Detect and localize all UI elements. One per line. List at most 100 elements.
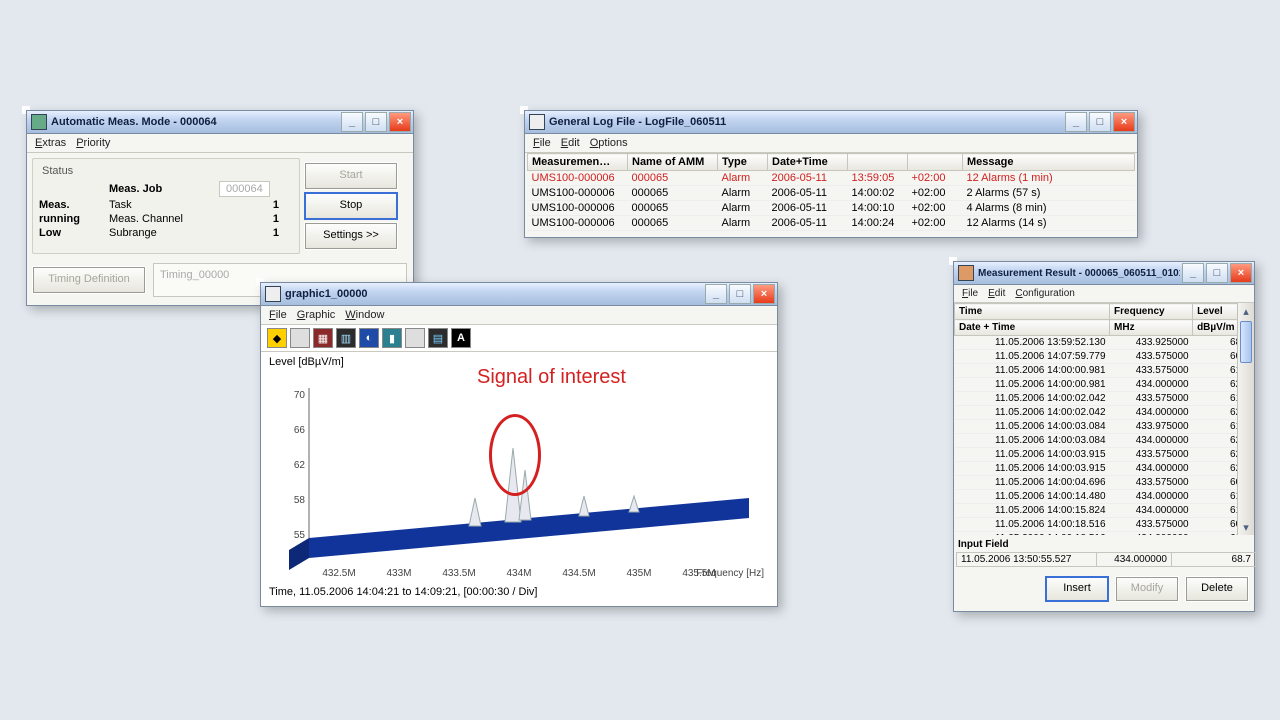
- minimize-button[interactable]: _: [1182, 263, 1204, 283]
- tool-icon-2[interactable]: [290, 328, 310, 348]
- result-scrollbar[interactable]: ▴ ▾: [1237, 303, 1254, 535]
- log-column-header[interactable]: Message: [963, 154, 1135, 171]
- log-column-header[interactable]: Type: [718, 154, 768, 171]
- menu-item-priority[interactable]: Priority: [76, 137, 110, 149]
- col-time[interactable]: Time: [955, 304, 1110, 320]
- status-group-label: Status: [39, 165, 76, 177]
- maximize-button[interactable]: □: [365, 112, 387, 132]
- window-graphic: graphic1_00000 _ □ × File Graphic Window…: [260, 282, 778, 607]
- close-button[interactable]: ×: [753, 284, 775, 304]
- annotation-label: Signal of interest: [477, 366, 626, 389]
- timing-definition-button[interactable]: Timing Definition: [33, 267, 145, 293]
- insert-button[interactable]: Insert: [1046, 577, 1108, 601]
- window-title: Automatic Meas. Mode - 000064: [51, 116, 339, 128]
- delete-button[interactable]: Delete: [1186, 577, 1248, 601]
- tool-icon-6[interactable]: ▮: [382, 328, 402, 348]
- result-row[interactable]: 11.05.2006 14:00:03.084434.00000062.1: [955, 434, 1254, 448]
- window-measurement-result: Measurement Result - 000065_060511_0101 …: [953, 261, 1255, 612]
- log-row[interactable]: UMS100-000006000065Alarm2006-05-1114:00:…: [528, 186, 1135, 201]
- result-row[interactable]: 11.05.2006 14:00:00.981433.57500061.7: [955, 364, 1254, 378]
- status-value: 1: [219, 227, 279, 239]
- log-row[interactable]: UMS100-000006000065Alarm2006-05-1114:00:…: [528, 201, 1135, 216]
- start-button[interactable]: Start: [305, 163, 397, 189]
- log-column-header[interactable]: Date+Time: [768, 154, 848, 171]
- tool-icon-a[interactable]: A: [451, 328, 471, 348]
- status-left: Low: [39, 227, 109, 239]
- result-row[interactable]: 11.05.2006 14:00:03.915433.57500062.9: [955, 448, 1254, 462]
- svg-text:432.5M: 432.5M: [322, 568, 355, 578]
- svg-text:62: 62: [294, 460, 306, 471]
- x-axis-label: Frequency [Hz]: [696, 568, 764, 578]
- status-field-label: Meas. Channel: [109, 213, 219, 225]
- result-row[interactable]: 11.05.2006 14:00:03.084433.97500061.5: [955, 420, 1254, 434]
- status-value: 1: [219, 213, 279, 225]
- result-row[interactable]: 11.05.2006 14:07:59.779433.57500060.6: [955, 350, 1254, 364]
- app-icon: [529, 114, 545, 130]
- minimize-button[interactable]: _: [1065, 112, 1087, 132]
- sub-frequency: MHz: [1110, 320, 1193, 336]
- minimize-button[interactable]: _: [341, 112, 363, 132]
- maximize-button[interactable]: □: [1206, 263, 1228, 283]
- menu-item-options[interactable]: Options: [590, 137, 628, 149]
- result-table[interactable]: Time Frequency Level Date + Time MHz dBµ…: [954, 303, 1254, 535]
- spectrum-plot[interactable]: 7066625855 432.5M433M433.5M 434M434.5M43…: [267, 378, 771, 578]
- close-button[interactable]: ×: [389, 112, 411, 132]
- status-left: running: [39, 213, 109, 225]
- menu-item-edit[interactable]: Edit: [561, 137, 580, 149]
- tool-icon-1[interactable]: ◆: [267, 328, 287, 348]
- svg-text:70: 70: [294, 390, 306, 401]
- minimize-button[interactable]: _: [705, 284, 727, 304]
- window-log-file: General Log File - LogFile_060511 _ □ × …: [524, 110, 1138, 238]
- tool-icon-4[interactable]: ▥: [336, 328, 356, 348]
- col-frequency[interactable]: Frequency: [1110, 304, 1193, 320]
- app-icon: [265, 286, 281, 302]
- log-column-header[interactable]: Measuremen…: [528, 154, 628, 171]
- log-column-header[interactable]: [848, 154, 908, 171]
- menu-item-file[interactable]: File: [533, 137, 551, 149]
- menu-item-graphic[interactable]: Graphic: [297, 309, 336, 321]
- status-value: 1: [219, 199, 279, 211]
- modify-button[interactable]: Modify: [1116, 577, 1178, 601]
- log-row[interactable]: UMS100-000006000065Alarm2006-05-1113:59:…: [528, 171, 1135, 186]
- close-button[interactable]: ×: [1113, 112, 1135, 132]
- log-row[interactable]: UMS100-000006000065Alarm2006-05-1114:00:…: [528, 216, 1135, 231]
- tool-icon-7[interactable]: [405, 328, 425, 348]
- result-row[interactable]: 11.05.2006 14:00:04.696433.57500060.4: [955, 476, 1254, 490]
- menu-item-file[interactable]: File: [962, 288, 978, 299]
- tool-icon-5[interactable]: ◐: [359, 328, 379, 348]
- result-row[interactable]: 11.05.2006 13:59:52.130433.92500068.5: [955, 336, 1254, 350]
- stop-button[interactable]: Stop: [305, 193, 397, 219]
- menu-item-configuration[interactable]: Configuration: [1015, 288, 1075, 299]
- menu-item-window[interactable]: Window: [345, 309, 384, 321]
- meas-job-id: 000064: [219, 181, 270, 197]
- input-field-label: Input Field: [954, 537, 1254, 552]
- input-time[interactable]: 11.05.2006 13:50:55.527: [957, 553, 1097, 567]
- result-row[interactable]: 11.05.2006 14:00:14.480434.00000061.1: [955, 490, 1254, 504]
- result-row[interactable]: 11.05.2006 14:00:00.981434.00000062.0: [955, 378, 1254, 392]
- result-row[interactable]: 11.05.2006 14:00:18.516433.57500060.6: [955, 518, 1254, 532]
- log-column-header[interactable]: Name of AMM: [628, 154, 718, 171]
- tool-icon-8[interactable]: ▤: [428, 328, 448, 348]
- log-table[interactable]: Measuremen…Name of AMMTypeDate+Time Messa…: [527, 153, 1135, 231]
- svg-text:66: 66: [294, 425, 306, 436]
- input-frequency[interactable]: 434.000000: [1097, 553, 1172, 567]
- result-row[interactable]: 11.05.2006 14:00:03.915434.00000062.0: [955, 462, 1254, 476]
- settings-button[interactable]: Settings >>: [305, 223, 397, 249]
- result-row[interactable]: 11.05.2006 14:00:02.042433.57500061.3: [955, 392, 1254, 406]
- svg-text:434M: 434M: [506, 568, 531, 578]
- result-row[interactable]: 11.05.2006 14:00:18.516434.00000060.3: [955, 532, 1254, 536]
- log-column-header[interactable]: [908, 154, 963, 171]
- menu-item-extras[interactable]: Extras: [35, 137, 66, 149]
- menu-item-file[interactable]: File: [269, 309, 287, 321]
- input-level[interactable]: 68.7: [1172, 553, 1256, 567]
- menu-item-edit[interactable]: Edit: [988, 288, 1005, 299]
- result-row[interactable]: 11.05.2006 14:00:02.042434.00000062.1: [955, 406, 1254, 420]
- maximize-button[interactable]: □: [1089, 112, 1111, 132]
- status-field-label: Task: [109, 199, 219, 211]
- close-button[interactable]: ×: [1230, 263, 1252, 283]
- window-title: graphic1_00000: [285, 288, 703, 300]
- meas-job-label: Meas. Job: [109, 183, 219, 195]
- result-row[interactable]: 11.05.2006 14:00:15.824434.00000061.7: [955, 504, 1254, 518]
- tool-icon-3[interactable]: ▦: [313, 328, 333, 348]
- maximize-button[interactable]: □: [729, 284, 751, 304]
